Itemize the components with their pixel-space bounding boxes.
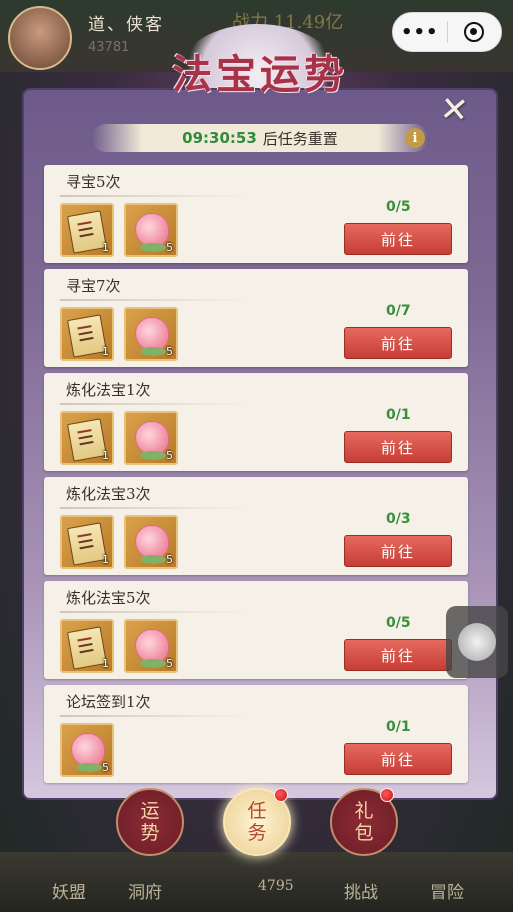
nav-item-cave[interactable]: 洞府: [128, 878, 162, 903]
nav-item-alliance[interactable]: 妖盟: [52, 878, 86, 903]
task-title: 寻宝5次: [66, 173, 121, 191]
task-card: 寻宝7次 1 5 0/7 前往: [44, 269, 468, 367]
target-icon: [464, 22, 485, 42]
task-title: 炼化法宝3次: [66, 485, 151, 503]
reward-count: 5: [102, 761, 109, 774]
task-card: 炼化法宝1次 1 5 0/1 前往: [44, 373, 468, 471]
nav-item-value: 4795: [258, 878, 294, 894]
reset-countdown: 09:30:53: [182, 129, 257, 147]
reward-count: 5: [166, 657, 173, 670]
title-underline: [60, 299, 246, 301]
close-button[interactable]: ✕: [434, 88, 474, 132]
reward-item[interactable]: 1: [60, 619, 114, 673]
task-card: 炼化法宝5次 1 5 0/5 前往: [44, 581, 468, 679]
notification-dot: [380, 788, 394, 802]
reward-item[interactable]: 1: [60, 515, 114, 569]
more-dots-icon: •••: [401, 21, 439, 43]
peach-icon: [135, 317, 169, 356]
floating-assist-button[interactable]: [446, 606, 508, 678]
title-underline: [60, 507, 246, 509]
go-button[interactable]: 前往: [344, 743, 452, 775]
reward-count: 1: [102, 241, 109, 254]
reward-item[interactable]: 1: [60, 307, 114, 361]
notification-dot: [274, 788, 288, 802]
task-card: 论坛签到1次 5 0/1 前往: [44, 685, 468, 783]
task-card: 寻宝5次 1 5 0/5 前往: [44, 165, 468, 263]
task-progress: 0/1: [386, 719, 411, 735]
tab-label: 运: [140, 800, 160, 822]
tab-label: 包: [354, 822, 374, 844]
task-title: 炼化法宝1次: [66, 381, 151, 399]
tab-label: 任: [247, 800, 267, 822]
peach-icon: [135, 421, 169, 460]
reward-item[interactable]: 5: [124, 515, 178, 569]
title-underline: [60, 195, 246, 197]
nav-item-challenge[interactable]: 挑战: [344, 878, 378, 903]
reward-count: 5: [166, 241, 173, 254]
peach-icon: [135, 213, 169, 252]
title-underline: [60, 403, 246, 405]
title-underline: [60, 715, 246, 717]
task-progress: 0/5: [386, 199, 411, 215]
reward-count: 1: [102, 553, 109, 566]
exit-button[interactable]: [447, 12, 501, 52]
reward-count: 5: [166, 553, 173, 566]
task-card: 炼化法宝3次 1 5 0/3 前往: [44, 477, 468, 575]
reward-item[interactable]: 5: [124, 307, 178, 361]
go-button[interactable]: 前往: [344, 535, 452, 567]
reward-item[interactable]: 5: [124, 619, 178, 673]
task-title: 论坛签到1次: [66, 693, 151, 711]
reward-item[interactable]: 1: [60, 203, 114, 257]
close-icon: ✕: [438, 88, 470, 132]
task-title: 寻宝7次: [66, 277, 121, 295]
go-button[interactable]: 前往: [344, 639, 452, 671]
peach-icon: [71, 733, 105, 772]
task-progress: 0/3: [386, 511, 411, 527]
tab-label: 礼: [354, 800, 374, 822]
player-avatar[interactable]: [8, 6, 72, 70]
player-sub-value: 43781: [88, 40, 130, 55]
task-progress: 0/5: [386, 615, 411, 631]
reward-count: 1: [102, 449, 109, 462]
reward-item[interactable]: 1: [60, 411, 114, 465]
reward-count: 1: [102, 657, 109, 670]
go-button[interactable]: 前往: [344, 223, 452, 255]
peach-icon: [135, 525, 169, 564]
more-button[interactable]: •••: [393, 12, 447, 52]
reward-count: 5: [166, 345, 173, 358]
nav-item-adventure[interactable]: 冒险: [430, 878, 464, 903]
reward-item[interactable]: 5: [60, 723, 114, 777]
reward-count: 5: [166, 449, 173, 462]
title-underline: [60, 611, 246, 613]
task-title: 炼化法宝5次: [66, 589, 151, 607]
reward-item[interactable]: 5: [124, 203, 178, 257]
tab-fortune[interactable]: 运 势: [116, 788, 184, 856]
peach-icon: [135, 629, 169, 668]
go-button[interactable]: 前往: [344, 327, 452, 359]
reward-item[interactable]: 5: [124, 411, 178, 465]
info-icon[interactable]: i: [405, 128, 425, 148]
event-title: 法宝运势: [172, 51, 348, 98]
task-progress: 0/1: [386, 407, 411, 423]
tab-label: 势: [140, 822, 160, 844]
player-name: 道、侠客: [88, 15, 164, 35]
tab-label: 务: [247, 822, 267, 844]
reset-timer-bar: 09:30:53 后任务重置: [92, 124, 428, 152]
reward-count: 1: [102, 345, 109, 358]
go-button[interactable]: 前往: [344, 431, 452, 463]
mini-program-capsule: •••: [392, 12, 502, 52]
task-progress: 0/7: [386, 303, 411, 319]
reset-label: 后任务重置: [262, 129, 338, 148]
